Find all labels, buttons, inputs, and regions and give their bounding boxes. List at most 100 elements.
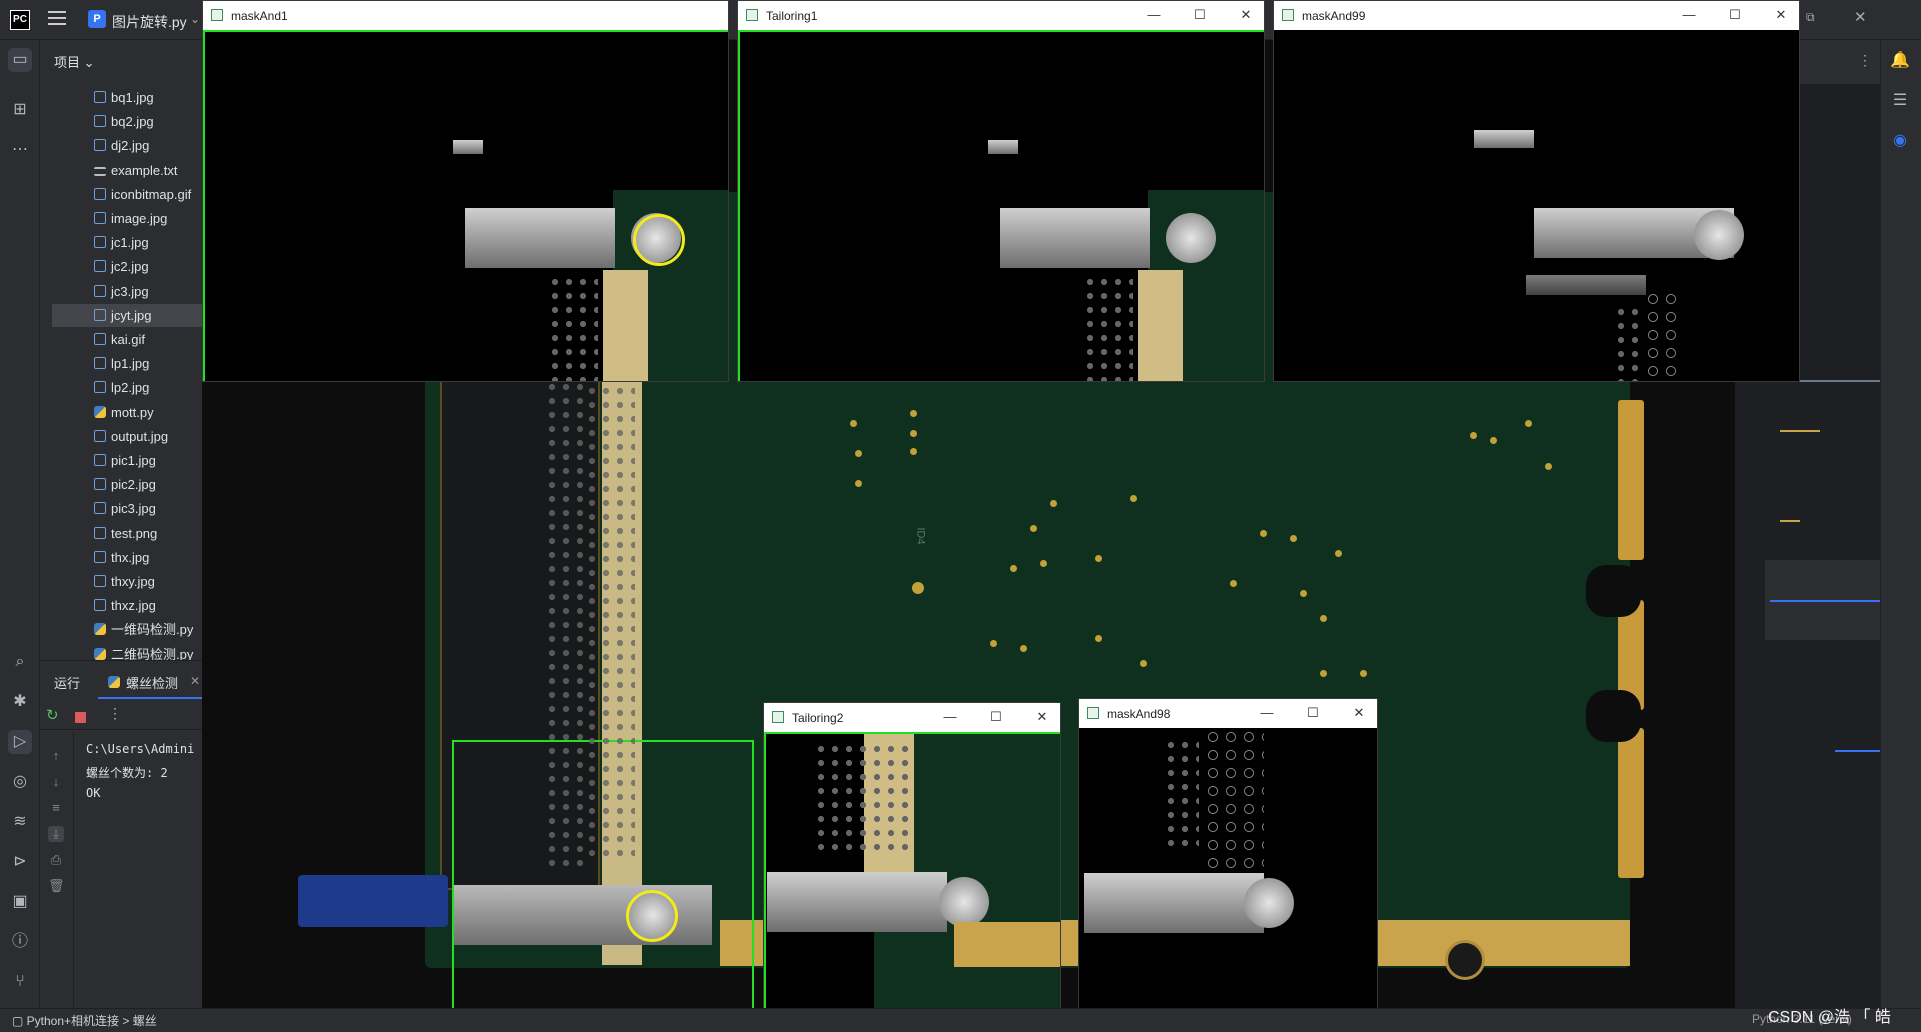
window-title-bar[interactable]: maskAnd1 [203, 1, 728, 30]
file-item[interactable]: lp1.jpg [52, 352, 202, 375]
app-window-icon [772, 711, 784, 723]
stop-icon[interactable] [75, 712, 86, 723]
python-console-icon[interactable]: ◎ [8, 770, 32, 794]
window-image [764, 732, 1060, 1031]
close-button[interactable]: ✕ [1236, 5, 1256, 25]
app-window-icon [1087, 707, 1099, 719]
more-options-icon[interactable]: ⋮ [108, 705, 122, 722]
print-icon[interactable]: ⎙ [48, 852, 64, 868]
services-icon[interactable]: ⊳ [8, 850, 32, 874]
file-item[interactable]: 一维码检测.py [52, 618, 202, 641]
window-Tailoring1[interactable]: Tailoring1 — ☐ ✕ [737, 0, 1265, 382]
file-item[interactable]: example.txt [52, 159, 202, 182]
debug-icon[interactable]: ✱ [8, 690, 32, 714]
image-file-icon [94, 333, 106, 345]
python-file-icon [94, 647, 106, 660]
minimize-button[interactable]: — [1257, 703, 1277, 723]
breadcrumb-project[interactable]: Python+相机连接 [27, 1014, 119, 1028]
project-panel-title[interactable]: 项目 ⌄ [54, 52, 95, 71]
file-item[interactable]: lp2.jpg [52, 376, 202, 399]
chevron-down-icon[interactable]: ⌄ [190, 12, 200, 26]
file-item[interactable]: kai.gif [52, 328, 202, 351]
window-image [738, 30, 1264, 381]
minimize-button[interactable]: — [1144, 5, 1164, 25]
file-name: iconbitmap.gif [111, 186, 192, 202]
search-icon[interactable]: ⌕ [8, 650, 32, 674]
file-item[interactable]: bq2.jpg [52, 110, 202, 133]
file-item[interactable]: thxy.jpg [52, 570, 202, 593]
window-title-bar[interactable]: Tailoring2 — ☐ ✕ [764, 703, 1060, 732]
file-item[interactable]: thxz.jpg [52, 594, 202, 617]
run-icon[interactable]: ▷ [8, 730, 32, 754]
window-title: maskAnd1 [231, 9, 288, 23]
arrow-up-icon[interactable]: ↑ [48, 748, 64, 763]
file-item[interactable]: jc1.jpg [52, 231, 202, 254]
arrow-down-icon[interactable]: ↓ [48, 774, 64, 789]
breadcrumb[interactable]: ▢ Python+相机连接 > 螺丝 [12, 1012, 157, 1029]
app-window-icon [1282, 9, 1294, 21]
maximize-button[interactable]: ☐ [1190, 5, 1210, 25]
close-button[interactable]: ✕ [1032, 707, 1052, 727]
soft-wrap-icon[interactable]: ≡ [48, 800, 64, 815]
layers-icon[interactable]: ≋ [8, 810, 32, 834]
trash-icon[interactable]: 🗑 [48, 878, 65, 894]
close-button[interactable]: ✕ [1349, 703, 1369, 723]
project-badge: P [88, 10, 106, 28]
file-item[interactable]: mott.py [52, 401, 202, 424]
close-tab-icon[interactable]: ✕ [190, 674, 200, 688]
maximize-button[interactable]: ☐ [1725, 5, 1745, 25]
file-item[interactable]: jc2.jpg [52, 255, 202, 278]
rerun-icon[interactable]: ↻ [46, 706, 59, 724]
window-title-bar[interactable]: Tailoring1 — ☐ ✕ [738, 1, 1264, 30]
file-item[interactable]: output.jpg [52, 425, 202, 448]
file-item[interactable]: pic3.jpg [52, 497, 202, 520]
minimize-button[interactable]: — [1679, 5, 1699, 25]
breadcrumb-file[interactable]: 螺丝 [133, 1014, 157, 1028]
run-tab[interactable]: 螺丝检测 [126, 673, 178, 692]
file-item[interactable]: thx.jpg [52, 546, 202, 569]
scroll-to-end-icon[interactable]: ⤓ [48, 826, 64, 842]
file-name: thxy.jpg [111, 574, 155, 589]
window-close-icon[interactable]: ✕ [1854, 8, 1867, 26]
file-item[interactable]: jcyt.jpg [52, 303, 202, 327]
git-icon[interactable]: ⑂ [8, 970, 32, 994]
file-item[interactable]: test.png [52, 522, 202, 545]
file-item[interactable]: image.jpg [52, 207, 202, 230]
window-maskAnd99[interactable]: maskAnd99 — ☐ ✕ [1273, 0, 1800, 382]
hamburger-menu-icon[interactable] [48, 11, 66, 25]
window-maskAnd1[interactable]: maskAnd1 [202, 0, 729, 382]
window-image [1079, 728, 1377, 1031]
ai-assistant-icon[interactable]: ◉ [1890, 130, 1910, 150]
image-file-icon [94, 575, 106, 587]
minimize-button[interactable]: — [940, 707, 960, 727]
file-item[interactable]: dj2.jpg [52, 134, 202, 157]
close-button[interactable]: ✕ [1771, 5, 1791, 25]
project-name[interactable]: 图片旋转.py [112, 12, 187, 32]
file-name: jc2.jpg [111, 259, 149, 275]
file-item[interactable]: pic1.jpg [52, 449, 202, 472]
editor-more-icon[interactable]: ⋮ [1858, 52, 1872, 69]
image-file-icon [94, 381, 106, 394]
file-item[interactable]: jc3.jpg [52, 280, 202, 303]
window-restore-icon[interactable]: ⧉ [1806, 10, 1815, 25]
maximize-button[interactable]: ☐ [1303, 703, 1323, 723]
outline-icon[interactable]: ☰ [1890, 90, 1910, 110]
folder-icon[interactable]: ▭ [8, 48, 32, 72]
notifications-icon[interactable]: 🔔 [1890, 50, 1910, 70]
window-title-bar[interactable]: maskAnd98 — ☐ ✕ [1079, 699, 1377, 728]
problems-icon[interactable]: ⓘ [8, 930, 32, 954]
terminal-icon[interactable]: ▣ [8, 890, 32, 914]
window-maskAnd98[interactable]: maskAnd98 — ☐ ✕ [1078, 698, 1378, 1032]
maximize-button[interactable]: ☐ [986, 707, 1006, 727]
window-Tailoring2[interactable]: Tailoring2 — ☐ ✕ [763, 702, 1061, 1032]
file-item[interactable]: iconbitmap.gif [52, 183, 202, 206]
structure-icon[interactable]: ⊞ [8, 98, 32, 122]
more-tools-icon[interactable]: ⋯ [8, 138, 32, 162]
file-name: kai.gif [111, 332, 145, 347]
file-item[interactable]: bq1.jpg [52, 86, 202, 109]
file-item[interactable]: pic2.jpg [52, 473, 202, 496]
console-line: 螺丝个数为: 2 [86, 766, 168, 780]
image-file-icon [94, 284, 106, 297]
window-title-bar[interactable]: maskAnd99 — ☐ ✕ [1274, 1, 1799, 30]
watermark: CSDN @浩 「 皓 [1768, 1009, 1891, 1026]
